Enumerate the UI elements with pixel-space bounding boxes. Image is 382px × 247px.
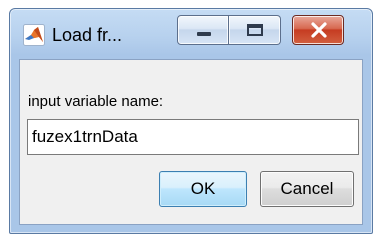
variable-name-label: input variable name: — [28, 93, 164, 110]
close-button[interactable] — [292, 15, 344, 45]
ok-button[interactable]: OK — [159, 171, 247, 207]
maximize-icon — [247, 24, 263, 36]
load-dialog-window: Load fr... input variable name: OK Cance… — [9, 8, 373, 234]
variable-name-input[interactable] — [27, 119, 359, 155]
matlab-logo-icon — [23, 24, 45, 46]
minimize-icon — [197, 32, 211, 36]
close-icon — [311, 22, 327, 38]
window-title: Load fr... — [52, 25, 123, 45]
maximize-button[interactable] — [229, 15, 281, 45]
title-bar[interactable]: Load fr... — [10, 9, 372, 61]
dialog-client-area: input variable name: OK Cancel — [19, 59, 363, 225]
minimize-button[interactable] — [177, 15, 229, 45]
cancel-button[interactable]: Cancel — [260, 171, 354, 207]
